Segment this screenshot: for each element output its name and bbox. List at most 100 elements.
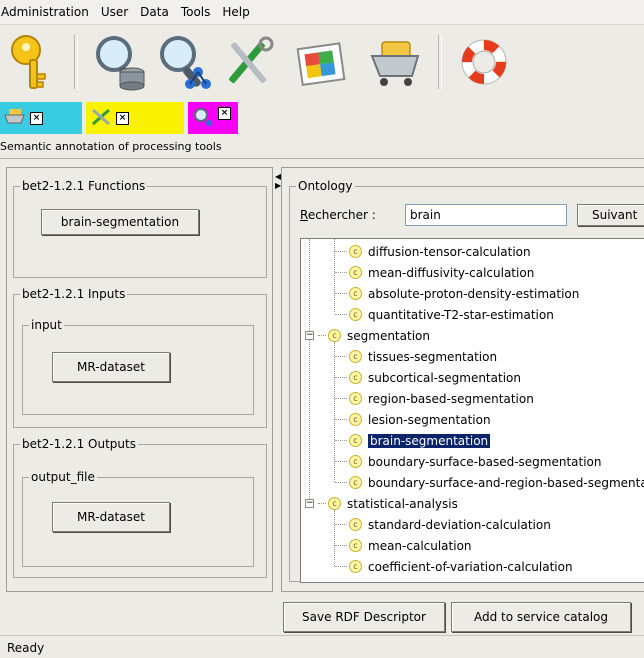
tree-leaf-node[interactable]: c boundary-surface-based-segmentation <box>335 451 602 472</box>
functions-legend: bet2-1.2.1 Functions <box>20 179 148 193</box>
tree-node-label: region-based-segmentation <box>368 391 534 406</box>
tab-cart[interactable]: × <box>0 102 82 134</box>
tab-close-icon[interactable]: × <box>218 106 231 120</box>
class-icon: c <box>349 245 362 258</box>
class-icon: c <box>349 539 362 552</box>
output-legend: output_file <box>29 470 97 484</box>
tree-leaf-node[interactable]: c coefficient-of-variation-calculation <box>335 556 573 577</box>
splitter-handle[interactable]: ◀ ▶ <box>275 172 281 192</box>
network-search-icon <box>192 107 214 130</box>
add-to-catalog-button[interactable]: Add to service catalog <box>451 602 631 632</box>
tree-branch-line <box>335 272 347 273</box>
tree-leaf-node[interactable]: c mean-diffusivity-calculation <box>335 262 534 283</box>
menu-administration[interactable]: Administration <box>0 0 95 24</box>
tab-close-icon[interactable]: × <box>116 111 129 125</box>
divider <box>0 158 644 159</box>
next-button[interactable]: Suivant <box>577 204 644 226</box>
tree-node-label: boundary-surface-based-segmentation <box>368 454 602 469</box>
search-label: Rechercher : <box>300 208 376 222</box>
save-rdf-button[interactable]: Save RDF Descriptor <box>283 602 445 632</box>
tree-node-label: diffusion-tensor-calculation <box>368 244 531 259</box>
ontology-tree[interactable]: c diffusion-tensor-calculation c mean-diffu… <box>300 238 644 583</box>
puzzle-icon[interactable] <box>290 30 354 94</box>
tree-leaf-node[interactable]: c subcortical-segmentation <box>335 367 521 388</box>
menu-user[interactable]: User <box>95 0 134 24</box>
status-bar: Ready <box>0 635 644 658</box>
tree-leaf-node[interactable]: c quantitative-T2-star-estimation <box>335 304 554 325</box>
search-input[interactable] <box>405 204 567 226</box>
database-search-icon[interactable] <box>88 30 152 94</box>
toolbar-separator <box>438 35 442 89</box>
input-dataset-button[interactable]: MR-dataset <box>52 352 170 382</box>
tree-node-label: subcortical-segmentation <box>368 370 521 385</box>
network-search-icon[interactable] <box>152 30 216 94</box>
tree-leaf-node[interactable]: c lesion-segmentation <box>335 409 491 430</box>
tree-node-label: brain-segmentation <box>368 433 491 448</box>
toolbar-separator <box>74 35 78 89</box>
tree-branch-line <box>335 251 347 252</box>
tree-node-label: segmentation <box>347 328 430 343</box>
tree-branch-line <box>335 419 347 420</box>
cart-icon <box>4 108 26 129</box>
tree-category-node[interactable]: − c segmentation <box>305 325 430 346</box>
tree-category-node[interactable]: − c statistical-analysis <box>305 493 458 514</box>
collapse-icon[interactable]: − <box>305 331 314 340</box>
input-legend: input <box>29 318 64 332</box>
search-label-rest: echercher : <box>307 208 376 222</box>
tree-branch-line <box>335 482 347 483</box>
tree-node-label: mean-calculation <box>368 538 472 553</box>
tree-leaf-node[interactable]: c absolute-proton-density-estimation <box>335 283 579 304</box>
tree-guide-line <box>334 510 335 566</box>
tree-branch-line <box>318 503 326 504</box>
class-icon: c <box>349 434 362 447</box>
tab-close-icon[interactable]: × <box>30 111 43 125</box>
tools-icon[interactable] <box>216 30 280 94</box>
class-icon: c <box>349 266 362 279</box>
menu-data[interactable]: Data <box>134 0 175 24</box>
class-icon: c <box>349 518 362 531</box>
output-dataset-button[interactable]: MR-dataset <box>52 502 170 532</box>
tab-network-search[interactable]: × <box>188 102 238 134</box>
function-button[interactable]: brain-segmentation <box>41 209 199 235</box>
tree-branch-line <box>335 545 347 546</box>
menu-help[interactable]: Help <box>216 0 255 24</box>
input-subgroup: input MR-dataset <box>22 318 254 415</box>
key-icon[interactable] <box>0 30 64 94</box>
tree-branch-line <box>335 440 347 441</box>
tree-leaf-node[interactable]: c mean-calculation <box>335 535 472 556</box>
inputs-legend: bet2-1.2.1 Inputs <box>20 287 128 301</box>
toolbar <box>0 25 644 99</box>
status-text: Ready <box>7 641 45 655</box>
output-subgroup: output_file MR-dataset <box>22 470 254 567</box>
action-bar: Save RDF Descriptor Add to service catal… <box>0 598 644 634</box>
tree-leaf-node[interactable]: c brain-segmentation <box>335 430 491 451</box>
tree-node-label: standard-deviation-calculation <box>368 517 551 532</box>
collapse-icon[interactable]: − <box>305 499 314 508</box>
class-icon: c <box>349 560 362 573</box>
tree-branch-line <box>335 293 347 294</box>
tree-leaf-node[interactable]: c tissues-segmentation <box>335 346 497 367</box>
tree-guide-line <box>309 239 310 503</box>
tree-branch-line <box>335 566 347 567</box>
class-icon: c <box>349 287 362 300</box>
tab-tools[interactable]: × <box>86 102 184 134</box>
tree-node-label: mean-diffusivity-calculation <box>368 265 535 280</box>
tab-strip: × × × <box>0 100 644 134</box>
outputs-group: bet2-1.2.1 Outputs output_file MR-datase… <box>13 437 267 578</box>
lifebuoy-icon[interactable] <box>452 30 516 94</box>
class-icon: c <box>349 371 362 384</box>
inputs-group: bet2-1.2.1 Inputs input MR-dataset <box>13 287 267 428</box>
tree-leaf-node[interactable]: c standard-deviation-calculation <box>335 514 551 535</box>
tree-branch-line <box>318 335 326 336</box>
tree-guide-line <box>334 342 335 482</box>
tree-leaf-node[interactable]: c region-based-segmentation <box>335 388 534 409</box>
menu-tools[interactable]: Tools <box>175 0 217 24</box>
class-icon: c <box>349 476 362 489</box>
tools-icon <box>90 108 112 129</box>
tree-node-label: boundary-surface-and-region-based-segmen… <box>368 475 644 490</box>
tree-leaf-node[interactable]: c diffusion-tensor-calculation <box>335 241 531 262</box>
cart-icon[interactable] <box>364 30 428 94</box>
tree-leaf-node[interactable]: c boundary-surface-and-region-based-segme… <box>335 472 644 493</box>
panel-title: Semantic annotation of processing tools <box>0 140 222 153</box>
tree-branch-line <box>335 524 347 525</box>
